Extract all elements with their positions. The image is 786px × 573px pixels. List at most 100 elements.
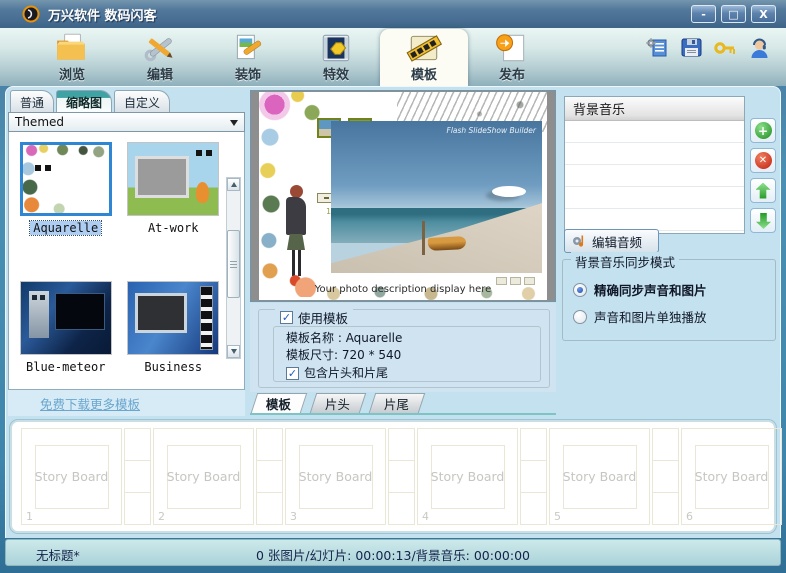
storyboard-slot-1[interactable]: Story Board 1	[21, 428, 122, 525]
storyboard-placeholder[interactable]: Story Board	[431, 445, 505, 509]
toolbar-browse-button[interactable]: 浏览	[28, 28, 116, 86]
tab-template[interactable]: 模板	[251, 393, 307, 413]
tab-intro[interactable]: 片头	[310, 393, 366, 413]
storyboard-placeholder[interactable]: Story Board	[563, 445, 637, 509]
download-more-templates-link[interactable]: 免费下载更多模板	[40, 394, 140, 413]
app-logo-icon	[22, 5, 40, 23]
template-info-box: 模板名称 : Aquarelle 模板尺寸: 720 * 540 包含片头和片尾	[273, 326, 541, 382]
sync-option-exact[interactable]: 精确同步声音和图片	[573, 280, 707, 299]
slot-number: 6	[686, 510, 693, 523]
transition-cell	[256, 492, 283, 525]
preview-decoration	[259, 128, 281, 280]
scroll-down-button[interactable]	[227, 345, 240, 358]
music-list-row[interactable]	[565, 121, 744, 143]
add-music-button[interactable]: +	[750, 118, 776, 143]
toolbar-effects-button[interactable]: 特效	[292, 28, 380, 86]
music-list-row[interactable]	[565, 143, 744, 165]
thumb-art	[29, 291, 49, 338]
sync-option-separate[interactable]: 声音和图片单独播放	[573, 307, 707, 326]
template-icon	[406, 32, 442, 64]
storyboard-placeholder[interactable]: Story Board	[299, 445, 373, 509]
template-list-scrollbar[interactable]	[226, 177, 241, 359]
dash-icon	[324, 197, 329, 199]
register-key-icon[interactable]	[713, 36, 738, 59]
support-icon[interactable]	[747, 36, 772, 59]
template-thumbnail[interactable]	[127, 281, 219, 355]
music-list-row[interactable]	[565, 209, 744, 231]
transition-slot[interactable]	[124, 428, 151, 525]
template-grid: Aquarelle At-work Blue-meteor	[17, 142, 222, 374]
template-name-value: Aquarelle	[346, 331, 403, 345]
use-template-checkbox[interactable]	[280, 311, 293, 324]
radio-selected-icon[interactable]	[573, 283, 587, 297]
scroll-up-button[interactable]	[227, 178, 240, 191]
toolbar-buttons: 浏览 编辑 装饰	[28, 28, 556, 86]
template-item-blue-meteor[interactable]: Blue-meteor	[17, 281, 115, 374]
storyboard-slot-5[interactable]: Story Board 5	[549, 428, 650, 525]
template-item-at-work[interactable]: At-work	[125, 142, 223, 235]
storyboard-placeholder[interactable]: Story Board	[695, 445, 769, 509]
template-thumbnail[interactable]	[20, 142, 112, 216]
music-list-row[interactable]	[565, 187, 744, 209]
transition-slot[interactable]	[388, 428, 415, 525]
tab-thumbnail[interactable]: 缩略图	[56, 90, 112, 112]
slot-number: 1	[26, 510, 33, 523]
transition-slot[interactable]	[520, 428, 547, 525]
publish-icon	[494, 32, 530, 64]
use-template-groupbox: 使用模板 模板名称 : Aquarelle 模板尺寸: 720 * 540 包含…	[258, 309, 550, 388]
dropdown-value: Themed	[15, 115, 64, 129]
main-toolbar: 浏览 编辑 装饰	[0, 28, 786, 86]
slot-number: 5	[554, 510, 561, 523]
template-preview: 1/2 Flash SlideShow Builder Your photo d…	[250, 90, 556, 302]
transition-cell	[124, 460, 151, 493]
radio-unselected-icon[interactable]	[573, 310, 587, 324]
tools-icon	[142, 32, 178, 64]
template-preview-panel: 1/2 Flash SlideShow Builder Your photo d…	[250, 90, 556, 415]
move-down-button[interactable]	[750, 208, 776, 233]
transition-slot[interactable]	[652, 428, 679, 525]
transition-slot[interactable]	[256, 428, 283, 525]
template-category-dropdown[interactable]: Themed	[8, 112, 245, 132]
preview-decoration	[259, 92, 325, 130]
storyboard-placeholder[interactable]: Story Board	[167, 445, 241, 509]
transition-cell	[652, 460, 679, 493]
background-music-list[interactable]: 背景音乐	[564, 96, 745, 234]
storyboard-slot-3[interactable]: Story Board 3	[285, 428, 386, 525]
preview-image: 1/2 Flash SlideShow Builder Your photo d…	[259, 92, 547, 300]
tab-normal[interactable]: 普通	[10, 90, 54, 112]
template-thumbnail[interactable]	[127, 142, 219, 216]
save-icon[interactable]	[679, 36, 704, 59]
template-item-aquarelle[interactable]: Aquarelle	[17, 142, 115, 235]
remove-music-button[interactable]: ✕	[750, 148, 776, 173]
options-icon[interactable]	[645, 36, 670, 59]
minimize-button[interactable]: -	[691, 5, 716, 23]
triangle-down-icon	[231, 349, 237, 354]
music-list-row[interactable]	[565, 165, 744, 187]
transition-cell	[652, 492, 679, 525]
include-intro-outro-checkbox[interactable]	[286, 367, 299, 380]
tab-custom[interactable]: 自定义	[114, 90, 170, 112]
storyboard-slot-6[interactable]: Story Board 6	[681, 428, 782, 525]
toolbar-publish-button[interactable]: 发布	[468, 28, 556, 86]
plus-icon: +	[755, 122, 772, 139]
tab-outro[interactable]: 片尾	[369, 393, 425, 413]
maximize-button[interactable]: □	[721, 5, 746, 23]
edit-audio-button[interactable]: 编辑音频	[564, 229, 659, 253]
thumb-art	[55, 293, 105, 330]
storyboard-slot-4[interactable]: Story Board 4	[417, 428, 518, 525]
arrow-up-icon	[756, 183, 771, 199]
toolbar-decorate-button[interactable]: 装饰	[204, 28, 292, 86]
sync-mode-title: 背景音乐同步模式	[571, 252, 679, 271]
scrollbar-thumb[interactable]	[227, 230, 240, 298]
close-button[interactable]: X	[751, 5, 776, 23]
template-thumbnail[interactable]	[20, 281, 112, 355]
toolbar-template-button[interactable]: 模板	[380, 29, 468, 86]
include-intro-outro-label: 包含片头和片尾	[304, 365, 388, 382]
storyboard-placeholder[interactable]: Story Board	[35, 445, 109, 509]
toolbar-edit-button[interactable]: 编辑	[116, 28, 204, 86]
template-name-row: 模板名称 : Aquarelle	[286, 330, 540, 347]
storyboard-slot-2[interactable]: Story Board 2	[153, 428, 254, 525]
template-item-business[interactable]: Business	[125, 281, 223, 374]
include-intro-outro-row: 包含片头和片尾	[286, 365, 540, 382]
move-up-button[interactable]	[750, 178, 776, 203]
